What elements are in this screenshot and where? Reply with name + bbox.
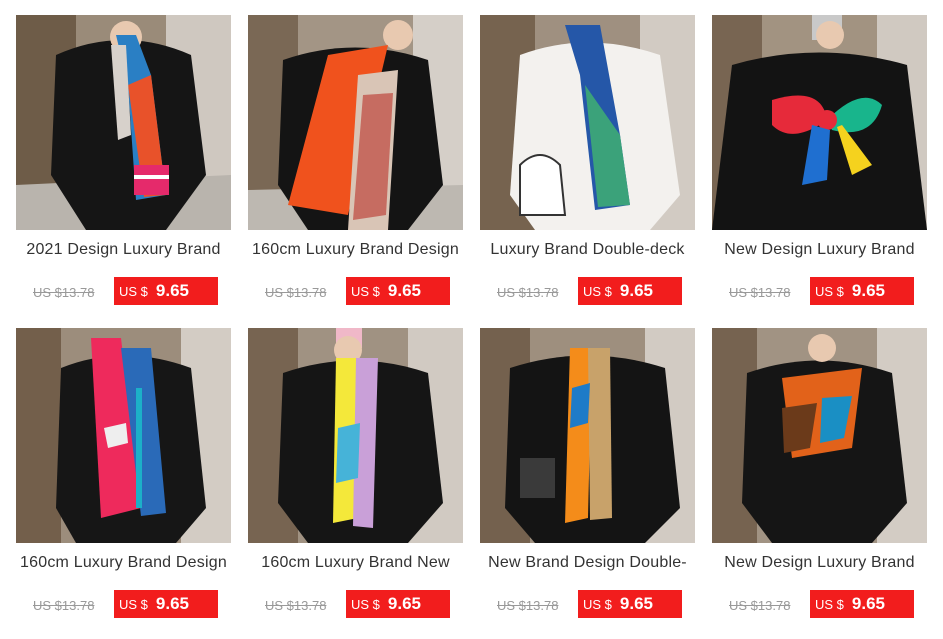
original-price: US $13.78 — [729, 598, 791, 613]
product-image[interactable] — [712, 15, 927, 230]
product-image[interactable] — [248, 15, 463, 230]
original-price: US $13.78 — [497, 598, 559, 613]
product-card[interactable]: Luxury Brand Double-deck US $13.78 US $ … — [480, 15, 695, 328]
sale-price: 9.65 — [155, 281, 189, 300]
sale-price: 9.65 — [851, 594, 885, 613]
original-price: US $13.78 — [497, 285, 559, 300]
price-row: US $13.78 US $ 9.65 — [248, 277, 463, 305]
original-price: US $13.78 — [729, 285, 791, 300]
product-grid-page: 2021 Design Luxury Brand US $13.78 US $ … — [0, 0, 943, 639]
product-title[interactable]: 2021 Design Luxury Brand — [8, 241, 239, 259]
currency-label: US $ — [119, 596, 148, 612]
sale-price-badge: US $ 9.65 — [114, 277, 218, 305]
currency-label: US $ — [815, 596, 844, 612]
sale-price: 9.65 — [155, 594, 189, 613]
product-title[interactable]: 160cm Luxury Brand Design — [8, 554, 239, 572]
currency-label: US $ — [351, 283, 380, 299]
product-image[interactable] — [16, 15, 231, 230]
price-row: US $13.78 US $ 9.65 — [16, 277, 231, 305]
price-row: US $13.78 US $ 9.65 — [480, 590, 695, 618]
product-image[interactable] — [16, 328, 231, 543]
sale-price-badge: US $ 9.65 — [810, 590, 914, 618]
product-image[interactable] — [248, 328, 463, 543]
currency-label: US $ — [119, 283, 148, 299]
product-image[interactable] — [480, 15, 695, 230]
sale-price-badge: US $ 9.65 — [114, 590, 218, 618]
sale-price-badge: US $ 9.65 — [578, 590, 682, 618]
product-title[interactable]: New Design Luxury Brand — [704, 241, 935, 259]
currency-label: US $ — [351, 596, 380, 612]
price-row: US $13.78 US $ 9.65 — [712, 590, 927, 618]
product-grid: 2021 Design Luxury Brand US $13.78 US $ … — [16, 15, 931, 639]
product-card[interactable]: 160cm Luxury Brand New US $13.78 US $ 9.… — [248, 328, 463, 639]
sale-price: 9.65 — [619, 281, 653, 300]
currency-label: US $ — [583, 596, 612, 612]
product-image[interactable] — [712, 328, 927, 543]
product-title[interactable]: 160cm Luxury Brand New — [240, 554, 471, 572]
original-price: US $13.78 — [265, 598, 327, 613]
sale-price: 9.65 — [387, 281, 421, 300]
price-row: US $13.78 US $ 9.65 — [248, 590, 463, 618]
sale-price-badge: US $ 9.65 — [346, 277, 450, 305]
product-card[interactable]: 2021 Design Luxury Brand US $13.78 US $ … — [16, 15, 231, 328]
price-row: US $13.78 US $ 9.65 — [480, 277, 695, 305]
product-card[interactable]: 160cm Luxury Brand Design US $13.78 US $… — [16, 328, 231, 639]
price-row: US $13.78 US $ 9.65 — [16, 590, 231, 618]
sale-price-badge: US $ 9.65 — [810, 277, 914, 305]
sale-price-badge: US $ 9.65 — [578, 277, 682, 305]
product-title[interactable]: Luxury Brand Double-deck — [472, 241, 703, 259]
product-image[interactable] — [480, 328, 695, 543]
product-card[interactable]: 160cm Luxury Brand Design US $13.78 US $… — [248, 15, 463, 328]
sale-price: 9.65 — [387, 594, 421, 613]
currency-label: US $ — [815, 283, 844, 299]
price-row: US $13.78 US $ 9.65 — [712, 277, 927, 305]
product-card[interactable]: New Design Luxury Brand US $13.78 US $ 9… — [712, 15, 927, 328]
original-price: US $13.78 — [265, 285, 327, 300]
sale-price: 9.65 — [619, 594, 653, 613]
sale-price: 9.65 — [851, 281, 885, 300]
original-price: US $13.78 — [33, 285, 95, 300]
original-price: US $13.78 — [33, 598, 95, 613]
product-title[interactable]: 160cm Luxury Brand Design — [240, 241, 471, 259]
currency-label: US $ — [583, 283, 612, 299]
product-card[interactable]: New Brand Design Double- US $13.78 US $ … — [480, 328, 695, 639]
product-title[interactable]: New Brand Design Double- — [472, 554, 703, 572]
sale-price-badge: US $ 9.65 — [346, 590, 450, 618]
product-card[interactable]: New Design Luxury Brand US $13.78 US $ 9… — [712, 328, 927, 639]
product-title[interactable]: New Design Luxury Brand — [704, 554, 935, 572]
